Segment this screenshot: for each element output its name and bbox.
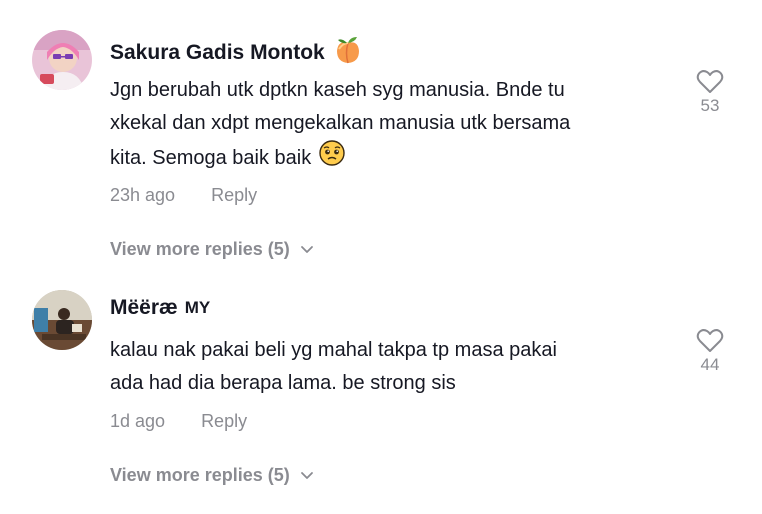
comment-timestamp: 1d ago — [110, 411, 166, 431]
comment-username[interactable]: Mëëræ MY — [110, 295, 210, 321]
heart-outline-icon[interactable] — [690, 68, 730, 94]
chevron-down-icon — [300, 239, 314, 260]
like-button[interactable]: 53 — [690, 68, 730, 116]
comment-text-line: Jgn berubah utk dptkn kaseh syg manusia.… — [110, 79, 565, 101]
comment-text-line: ada had dia berapa lama. be strong sis — [110, 372, 456, 394]
region-tag: MY — [184, 298, 211, 317]
comment-text-line: kalau nak pakai beli yg mahal takpa tp m… — [110, 339, 557, 361]
pleading-face-emoji-icon — [319, 140, 345, 177]
comment-text: kalau nak pakai beli yg mahal takpa tp m… — [110, 334, 670, 400]
comment-text-line: xkekal dan xdpt mengekalkan manusia utk … — [110, 112, 571, 134]
view-more-replies-button[interactable]: View more replies (5) — [110, 465, 314, 486]
comment-meta: 1d ago Reply — [110, 411, 247, 432]
peach-emoji-icon — [333, 35, 363, 71]
view-more-replies-label[interactable]: View more replies (5) — [110, 239, 290, 260]
avatar[interactable] — [32, 290, 92, 350]
comment-text: Jgn berubah utk dptkn kaseh syg manusia.… — [110, 74, 670, 177]
previous-comment-cutoff — [0, 0, 762, 6]
comment-username[interactable]: Sakura Gadis Montok — [110, 35, 363, 71]
comment-text-line-last: kita. Semoga baik baik — [110, 140, 670, 177]
username-text[interactable]: Mëëræ — [110, 295, 178, 321]
avatar[interactable] — [32, 30, 92, 90]
like-count: 53 — [700, 96, 720, 115]
heart-outline-icon[interactable] — [690, 327, 730, 353]
chevron-down-icon — [300, 465, 314, 486]
username-text[interactable]: Sakura Gadis Montok — [110, 40, 325, 66]
reply-button[interactable]: Reply — [201, 411, 247, 432]
comment-text-line: kita. Semoga baik baik — [110, 147, 312, 169]
like-button[interactable]: 44 — [690, 327, 730, 375]
comment-meta: 23h ago Reply — [110, 185, 257, 206]
view-more-replies-button[interactable]: View more replies (5) — [110, 239, 314, 260]
reply-button[interactable]: Reply — [211, 185, 257, 206]
comment-timestamp: 23h ago — [110, 185, 176, 205]
like-count: 44 — [700, 355, 720, 374]
view-more-replies-label[interactable]: View more replies (5) — [110, 465, 290, 486]
